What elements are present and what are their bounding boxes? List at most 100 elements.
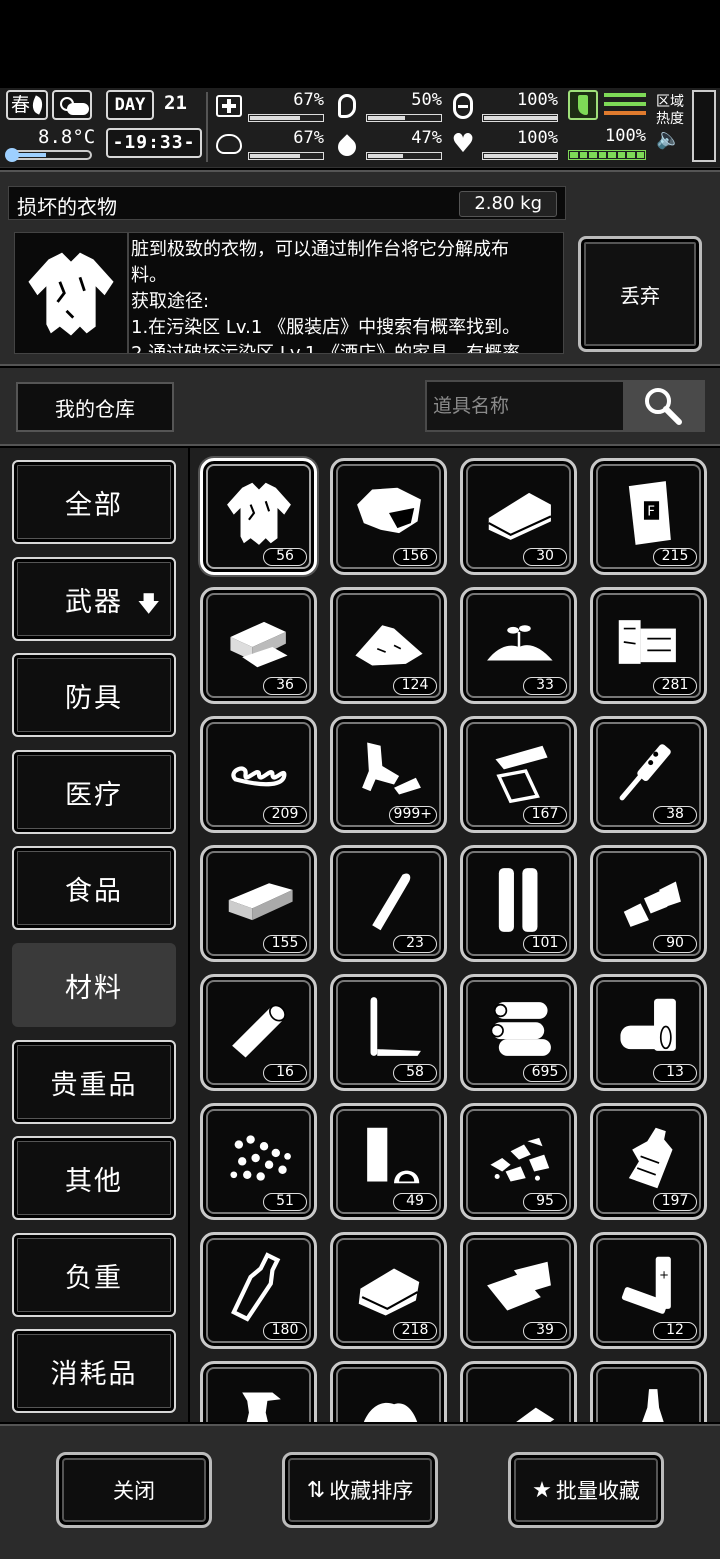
inventory-slot[interactable]: 39 xyxy=(460,1232,577,1349)
bottom-bar: 关闭 ⇅ 收藏排序 ★ 批量收藏 xyxy=(0,1424,720,1559)
category-weapons[interactable]: 武器 🡇 xyxy=(12,557,176,641)
logs-icon xyxy=(490,1002,551,1056)
slab-icon xyxy=(516,1407,555,1422)
sort-favorites-button[interactable]: ⇅ 收藏排序 xyxy=(282,1452,438,1528)
item-count-badge: 156 xyxy=(393,548,437,566)
close-label: 关闭 xyxy=(113,1479,155,1503)
category-all[interactable]: 全部 xyxy=(12,460,176,544)
desc-line: 2.通过破坏污染区 Lv.1 《酒店》的家具，有概率 xyxy=(131,343,521,354)
inventory-slot[interactable]: 218 xyxy=(330,1232,447,1349)
scrap-metal-icon xyxy=(362,742,421,795)
hunger-bar xyxy=(368,116,405,120)
torn-shirt-icon xyxy=(28,252,114,336)
zone-heat[interactable]: 区域 热度 🔈 xyxy=(656,94,688,148)
sanity-stat: 67% xyxy=(214,128,324,162)
item-count-badge: 999+ xyxy=(388,806,437,824)
inventory-slot[interactable]: 95 xyxy=(460,1103,577,1220)
inventory-slot[interactable]: F 215 xyxy=(590,458,707,575)
inventory-slot[interactable]: 38 xyxy=(590,716,707,833)
item-count-badge: 167 xyxy=(523,806,567,824)
inventory-slot[interactable]: 209 xyxy=(200,716,317,833)
spring-icon xyxy=(231,766,287,787)
day-label: DAY xyxy=(106,90,154,120)
item-count-badge: 197 xyxy=(653,1193,697,1211)
drop-button[interactable]: 丢弃 xyxy=(578,236,702,352)
category-food[interactable]: 食品 xyxy=(12,846,176,930)
inventory-slot[interactable]: 155 xyxy=(200,845,317,962)
inventory-slot[interactable]: 281 xyxy=(590,587,707,704)
item-title-bar: 损坏的衣物 2.80 kg xyxy=(8,186,566,220)
item-count-badge: 12 xyxy=(653,1322,697,1340)
inventory-slot[interactable]: 180 xyxy=(200,1232,317,1349)
category-medical[interactable]: 医疗 xyxy=(12,750,176,834)
inventory-slot[interactable]: 36 xyxy=(200,587,317,704)
category-materials[interactable]: 材料 xyxy=(12,943,176,1027)
item-count-badge: 101 xyxy=(523,935,567,953)
inventory-slot[interactable]: 13 xyxy=(590,974,707,1091)
inventory-slot[interactable]: 23 xyxy=(330,845,447,962)
close-button[interactable]: 关闭 xyxy=(56,1452,212,1528)
bullet-tip-icon xyxy=(372,873,411,931)
inventory-slot[interactable] xyxy=(590,1361,707,1422)
swap-arrows-icon: ⇅ xyxy=(306,1477,326,1503)
rubble-icon xyxy=(490,1137,550,1182)
search-input[interactable] xyxy=(427,382,625,430)
desc-line: 获取途径: xyxy=(131,291,210,312)
shell-casings-icon xyxy=(498,868,538,932)
inventory-slot[interactable] xyxy=(200,1361,317,1422)
item-count-badge: 281 xyxy=(653,677,697,695)
inventory-slot[interactable]: 999+ xyxy=(330,716,447,833)
inventory-slot[interactable]: 167 xyxy=(460,716,577,833)
glass-shards-icon xyxy=(495,745,548,804)
inventory-slot[interactable]: 90 xyxy=(590,845,707,962)
category-label: 贵重品 xyxy=(50,1069,138,1101)
category-label: 医疗 xyxy=(65,779,123,811)
inventory-slot[interactable]: 16 xyxy=(200,974,317,1091)
flask-icon xyxy=(642,1389,664,1422)
fabric-stack-icon xyxy=(358,1268,420,1316)
item-count-badge: 90 xyxy=(653,935,697,953)
inventory-grid-area[interactable]: 56 156 30 F 215 36 124 33 281 209 999+ 167 38 155 23 10… xyxy=(190,448,720,1422)
category-other[interactable]: 其他 xyxy=(12,1136,176,1220)
item-count-badge: 56 xyxy=(263,548,307,566)
batch-favorite-button[interactable]: ★ 批量收藏 xyxy=(508,1452,664,1528)
inventory-slot[interactable]: 30 xyxy=(460,458,577,575)
inventory-slot[interactable]: +12 xyxy=(590,1232,707,1349)
inventory-slot[interactable] xyxy=(460,1361,577,1422)
lumber-icon xyxy=(618,620,676,664)
zone-heat-label: 区域 热度 xyxy=(656,94,684,127)
inventory-slot[interactable]: 33 xyxy=(460,587,577,704)
speaker-icon[interactable]: 🔈 xyxy=(656,128,688,148)
category-label: 负重 xyxy=(65,1262,123,1294)
tube-and-tape-icon xyxy=(367,1127,420,1184)
search-button[interactable] xyxy=(623,382,703,430)
category-valuables[interactable]: 贵重品 xyxy=(12,1040,176,1124)
mood-stat: ♥ 100% xyxy=(448,128,558,162)
inventory-slot[interactable]: 197 xyxy=(590,1103,707,1220)
inventory-slot[interactable]: 695 xyxy=(460,974,577,1091)
inventory-grid: 56 156 30 F 215 36 124 33 281 209 999+ 167 38 155 23 10… xyxy=(200,458,707,1422)
water-drop-icon xyxy=(334,134,360,160)
crushed-bottle-icon xyxy=(628,1127,673,1189)
item-count-badge: 36 xyxy=(263,677,307,695)
rag-pile-icon xyxy=(357,487,421,534)
stamina-value: 100% xyxy=(605,126,646,146)
sanity-value: 67% xyxy=(293,128,324,148)
inventory-slot[interactable]: 156 xyxy=(330,458,447,575)
category-consumables[interactable]: 消耗品 xyxy=(12,1329,176,1413)
inventory-slot[interactable]: 58 xyxy=(330,974,447,1091)
search-icon xyxy=(645,388,682,425)
svg-text:F: F xyxy=(647,505,655,520)
inventory-slot[interactable]: 51 xyxy=(200,1103,317,1220)
category-load[interactable]: 负重 xyxy=(12,1233,176,1317)
category-armor[interactable]: 防具 xyxy=(12,653,176,737)
category-label: 武器 xyxy=(65,586,123,618)
inventory-slot[interactable]: 49 xyxy=(330,1103,447,1220)
batch-favorite-label: 批量收藏 xyxy=(555,1479,640,1503)
inventory-slot[interactable] xyxy=(330,1361,447,1422)
inventory-slot[interactable]: 101 xyxy=(460,845,577,962)
inventory-slot[interactable]: 124 xyxy=(330,587,447,704)
stamina-bar xyxy=(568,150,646,160)
inventory-slot[interactable]: 56 xyxy=(200,458,317,575)
fluff-icon xyxy=(363,1403,418,1422)
